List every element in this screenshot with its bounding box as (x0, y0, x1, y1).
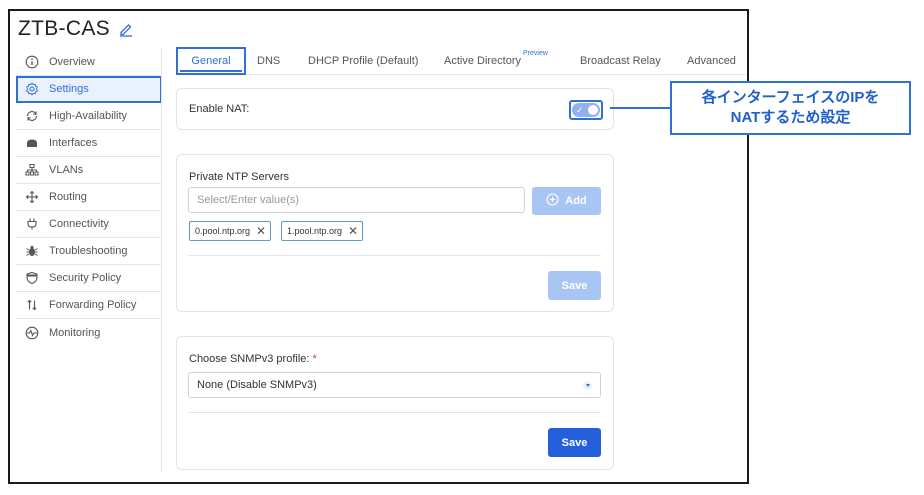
plug-icon (25, 217, 39, 231)
sidebar-item-label: Routing (49, 191, 87, 203)
divider (188, 255, 601, 256)
add-label: Add (565, 195, 587, 207)
move-arrows-icon (25, 190, 39, 204)
sidebar-item-label: Troubleshooting (49, 245, 128, 257)
tab-label: Broadcast Relay (580, 55, 661, 67)
sidebar-item-connectivity[interactable]: Connectivity (16, 211, 162, 238)
select-value: None (Disable SNMPv3) (197, 379, 317, 391)
gear-icon (25, 82, 39, 96)
tab-dhcp-profile[interactable]: DHCP Profile (Default) (308, 47, 418, 75)
chevron-down-icon (583, 381, 592, 390)
annotation-callout: 各インターフェイスのIPを NATするため設定 (670, 81, 911, 135)
required-mark: * (312, 353, 317, 365)
sidebar-item-settings[interactable]: Settings (16, 76, 162, 103)
ntp-server-chip: 0.pool.ntp.org ✕ (189, 221, 272, 241)
tab-advanced[interactable]: Advanced (687, 47, 736, 75)
sync-icon (25, 109, 39, 123)
sidebar-item-label: Connectivity (49, 218, 109, 230)
tab-label: Active Directory (444, 55, 522, 67)
divider (188, 412, 601, 413)
heartbeat-icon (25, 326, 39, 340)
sidebar-item-label: VLANs (49, 164, 84, 176)
close-icon[interactable]: ✕ (256, 225, 266, 237)
sidebar-item-label: Settings (49, 83, 89, 95)
sidebar-item-interfaces[interactable]: Interfaces (16, 130, 162, 157)
check-icon: ✓ (576, 105, 584, 115)
snmp-profile-select[interactable]: None (Disable SNMPv3) (188, 372, 601, 398)
pencil-icon[interactable] (118, 21, 134, 37)
plus-circle-icon (546, 193, 559, 209)
snmp-card: Choose SNMPv3 profile: * None (Disable S… (176, 336, 614, 470)
network-icon (25, 163, 39, 177)
tab-label: DNS (257, 55, 281, 67)
sidebar-item-forwarding-policy[interactable]: Forwarding Policy (16, 292, 162, 319)
toggle-track: ✓ (572, 103, 600, 117)
tab-label: Advanced (687, 55, 736, 67)
sidebar-item-overview[interactable]: Overview (16, 49, 162, 76)
toggle-knob (588, 105, 598, 115)
info-icon (25, 55, 39, 69)
callout-text: 各インターフェイスのIPを NATするため設定 (702, 88, 880, 128)
app-window: ZTB-CAS Overview Settings High-Availabil… (8, 9, 749, 484)
ntp-server-chip: 1.pool.ntp.org ✕ (281, 221, 364, 241)
sidebar: Overview Settings High-Availability Inte… (16, 49, 162, 346)
preview-badge: Preview (523, 50, 548, 57)
snmp-label-text: Choose SNMPv3 profile: (189, 353, 310, 365)
sidebar-item-label: Overview (49, 56, 95, 68)
page-title: ZTB-CAS (18, 17, 110, 40)
sidebar-item-label: Monitoring (49, 326, 101, 339)
nat-label: Enable NAT: (189, 103, 250, 115)
tab-bar: General DNS DHCP Profile (Default) Activ… (176, 47, 746, 75)
title-row: ZTB-CAS (18, 17, 134, 41)
chip-label: 1.pool.ntp.org (287, 226, 343, 236)
close-icon[interactable]: ✕ (348, 225, 358, 237)
shield-icon (25, 271, 39, 285)
callout-line-2: NATするため設定 (730, 109, 851, 126)
callout-leader-line (610, 107, 670, 109)
sidebar-item-high-availability[interactable]: High-Availability (16, 103, 162, 130)
snmp-label: Choose SNMPv3 profile: * (189, 353, 317, 365)
tab-broadcast-relay[interactable]: Broadcast Relay (580, 47, 661, 75)
sidebar-item-monitoring[interactable]: Monitoring (16, 319, 162, 346)
chip-label: 0.pool.ntp.org (195, 226, 251, 236)
tab-dns[interactable]: DNS (257, 47, 280, 75)
snmp-save-button[interactable]: Save (548, 428, 601, 457)
tab-active-directory[interactable]: Active Directory (444, 47, 521, 75)
sidebar-item-troubleshooting[interactable]: Troubleshooting (16, 238, 162, 265)
add-ntp-button[interactable]: Add (532, 187, 601, 215)
nat-toggle[interactable]: ✓ (569, 100, 603, 120)
sidebar-item-label: Security Policy (49, 272, 122, 284)
sidebar-divider (161, 47, 162, 472)
callout-line-1: 各インターフェイスのIPを (701, 89, 880, 106)
sidebar-item-vlans[interactable]: VLANs (16, 157, 162, 184)
save-label: Save (561, 436, 588, 449)
tab-general[interactable]: General (176, 47, 246, 75)
nat-card: Enable NAT: ✓ (176, 88, 614, 130)
ntp-label: Private NTP Servers (189, 171, 290, 183)
swap-arrows-icon (25, 298, 39, 312)
bug-icon (25, 244, 39, 258)
sidebar-item-label: High-Availability (49, 110, 128, 122)
ntp-save-button[interactable]: Save (548, 271, 601, 300)
sidebar-item-routing[interactable]: Routing (16, 184, 162, 211)
sidebar-item-label: Forwarding Policy (49, 299, 137, 311)
tab-label: General (191, 55, 231, 67)
save-label: Save (561, 279, 588, 292)
ntp-card: Private NTP Servers Add 0.pool.ntp.org ✕… (176, 154, 614, 312)
ntp-server-input[interactable] (188, 187, 525, 213)
tab-label: DHCP Profile (Default) (308, 55, 419, 67)
sidebar-item-label: Interfaces (49, 137, 98, 149)
sidebar-item-security-policy[interactable]: Security Policy (16, 265, 162, 292)
interface-icon (25, 136, 39, 150)
